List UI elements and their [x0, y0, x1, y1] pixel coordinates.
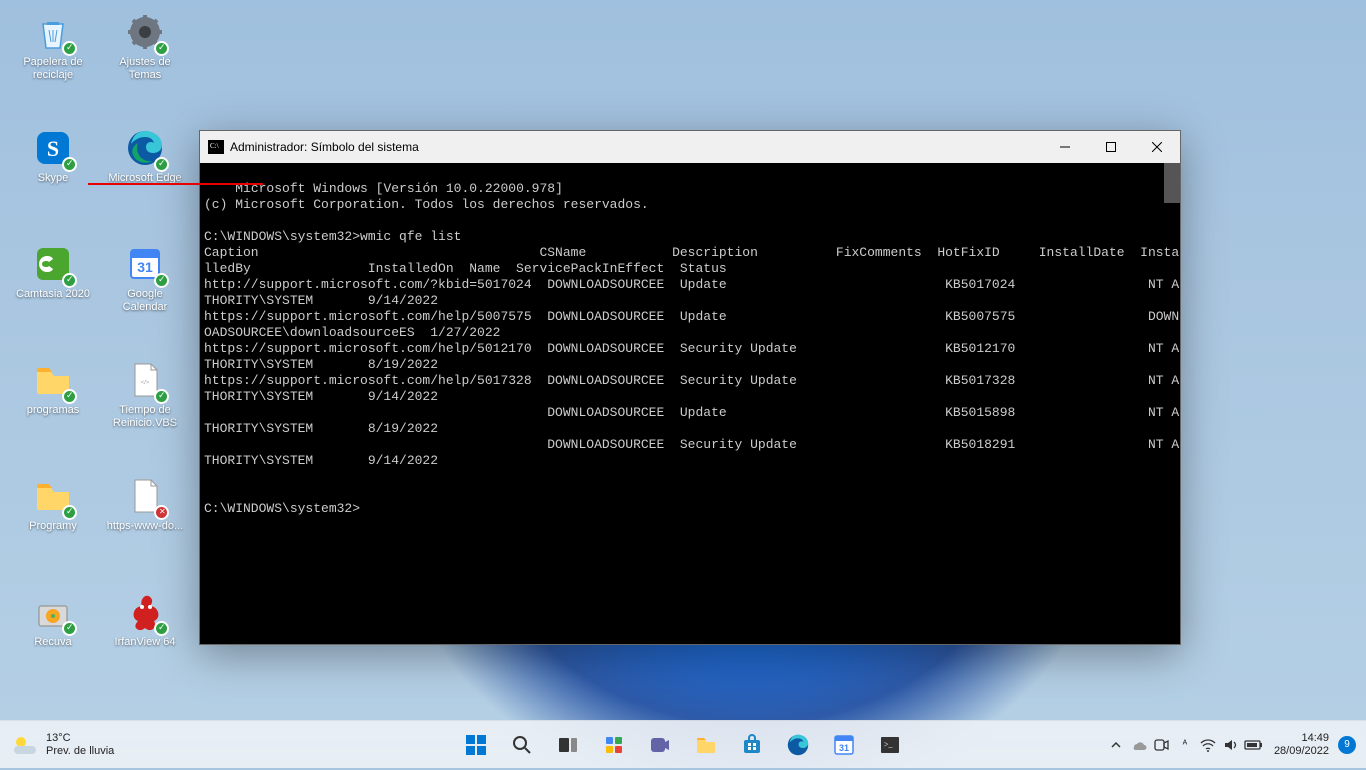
- cmd-icon: [208, 140, 224, 154]
- desktop-icon-label: Papelera de reciclaje: [14, 56, 92, 81]
- taskbar-weather-widget[interactable]: 13°C Prev. de lluvia: [12, 732, 114, 758]
- desktop-icon-label: Recuva: [34, 636, 71, 649]
- taskbar-edge[interactable]: [778, 725, 818, 765]
- desktop-icon-skype[interactable]: S Skype: [14, 126, 92, 185]
- svg-text:>_: >_: [884, 740, 894, 749]
- clock-date: 28/09/2022: [1274, 745, 1329, 758]
- desktop-icon-theme-settings[interactable]: Ajustes de Temas: [106, 10, 184, 81]
- sync-badge-icon: [62, 389, 77, 404]
- desktop-icon-label: Tiempo de Reinicio.VBS: [106, 404, 184, 429]
- cmd-row: https://support.microsoft.com/help/50121…: [204, 341, 1180, 356]
- cmd-row: https://support.microsoft.com/help/50173…: [204, 373, 1180, 388]
- desktop-icon-folder-programy[interactable]: Programy: [14, 474, 92, 533]
- taskbar-calendar[interactable]: 31: [824, 725, 864, 765]
- cmd-row: http://support.microsoft.com/?kbid=50170…: [204, 277, 1180, 292]
- notification-count: 9: [1344, 739, 1350, 750]
- taskbar: 13°C Prev. de lluvia 31 >_ ᴬ 14:49 28/09…: [0, 720, 1366, 768]
- clock-time: 14:49: [1301, 732, 1329, 745]
- widgets-button[interactable]: [594, 725, 634, 765]
- weather-temp: 13°C: [46, 732, 114, 744]
- sync-badge-icon: [154, 157, 169, 172]
- sync-badge-icon: [154, 389, 169, 404]
- desktop-icon-label: Camtasia 2020: [16, 288, 90, 301]
- desktop-icon-edge[interactable]: Microsoft Edge: [106, 126, 184, 185]
- sync-badge-icon: [62, 157, 77, 172]
- sync-badge-icon: [62, 621, 77, 636]
- sync-badge-icon: [154, 41, 169, 56]
- task-view-button[interactable]: [548, 725, 588, 765]
- cmd-terminal-content[interactable]: Microsoft Windows [Versión 10.0.22000.97…: [200, 163, 1180, 644]
- svg-text:31: 31: [839, 743, 849, 753]
- taskbar-teams[interactable]: [640, 725, 680, 765]
- taskbar-center: 31 >_: [456, 725, 910, 765]
- tray-language-indicator[interactable]: ᴬ: [1174, 725, 1196, 765]
- cmd-prompt: C:\WINDOWS\system32>: [204, 229, 360, 244]
- sync-badge-icon: [62, 41, 77, 56]
- desktop-icon-google-calendar[interactable]: 31 Google Calendar: [106, 242, 184, 313]
- desktop-icon-label: https-www-do...: [107, 520, 183, 533]
- desktop-icon-label: Ajustes de Temas: [106, 56, 184, 81]
- sync-badge-icon: [154, 273, 169, 288]
- sync-badge-icon: [62, 505, 77, 520]
- desktop-icon-label: programas: [27, 404, 80, 417]
- cmd-text: (c) Microsoft Corporation. Todos los der…: [204, 197, 649, 212]
- desktop-icon-folder-programas[interactable]: programas: [14, 358, 92, 417]
- cmd-row: THORITY\SYSTEM 8/19/2022: [204, 421, 438, 436]
- svg-text:31: 31: [137, 259, 153, 275]
- cmd-row: https://support.microsoft.com/help/50075…: [204, 309, 1180, 324]
- taskbar-explorer[interactable]: [686, 725, 726, 765]
- cmd-row: THORITY\SYSTEM 8/19/2022: [204, 357, 438, 372]
- cmd-row: THORITY\SYSTEM 9/14/2022: [204, 293, 438, 308]
- desktop-icon-label: Skype: [38, 172, 69, 185]
- desktop-icon-recycle-bin[interactable]: Papelera de reciclaje: [14, 10, 92, 81]
- maximize-button[interactable]: [1088, 131, 1134, 163]
- search-button[interactable]: [502, 725, 542, 765]
- svg-text:S: S: [47, 136, 59, 161]
- close-button[interactable]: [1134, 131, 1180, 163]
- desktop-icon-irfanview[interactable]: IrfanView 64: [106, 590, 184, 649]
- error-badge-icon: [154, 505, 169, 520]
- desktop-icon-recuva[interactable]: Recuva: [14, 590, 92, 649]
- desktop-icon-vbs-file[interactable]: </> Tiempo de Reinicio.VBS: [106, 358, 184, 429]
- cmd-command: wmic qfe list: [360, 229, 461, 244]
- sync-badge-icon: [154, 621, 169, 636]
- tray-battery-icon[interactable]: [1243, 725, 1265, 765]
- cmd-row: DOWNLOADSOURCEE Security Update KB501829…: [204, 437, 1180, 452]
- taskbar-cmd[interactable]: >_: [870, 725, 910, 765]
- notification-button[interactable]: 9: [1338, 736, 1356, 754]
- sync-badge-icon: [62, 273, 77, 288]
- annotation-underline: [88, 183, 263, 185]
- weather-icon: [12, 732, 38, 758]
- cmd-text: Microsoft Windows [Versión 10.0.22000.97…: [235, 181, 563, 196]
- tray-clock[interactable]: 14:49 28/09/2022: [1274, 732, 1329, 757]
- desktop-icon-label: Programy: [29, 520, 77, 533]
- cmd-row: DOWNLOADSOURCEE Update KB5015898 NT AU: [204, 405, 1180, 420]
- cmd-window: Administrador: Símbolo del sistema Micro…: [199, 130, 1181, 645]
- tray-meet-now-icon[interactable]: [1151, 725, 1173, 765]
- cmd-row: THORITY\SYSTEM 9/14/2022: [204, 389, 438, 404]
- svg-text:</>: </>: [141, 380, 150, 386]
- cmd-row: THORITY\SYSTEM 9/14/2022: [204, 453, 438, 468]
- cmd-header-row: Caption CSName Description FixComments H…: [204, 245, 1179, 260]
- tray-overflow-button[interactable]: [1105, 725, 1127, 765]
- system-tray: ᴬ 14:49 28/09/2022 9: [1105, 725, 1356, 765]
- cmd-row: OADSOURCEE\downloadsourceES 1/27/2022: [204, 325, 500, 340]
- window-title: Administrador: Símbolo del sistema: [230, 140, 419, 154]
- desktop-icon-url-file[interactable]: https-www-do...: [106, 474, 184, 533]
- tray-wifi-icon[interactable]: [1197, 725, 1219, 765]
- window-titlebar[interactable]: Administrador: Símbolo del sistema: [200, 131, 1180, 163]
- tray-onedrive-icon[interactable]: [1128, 725, 1150, 765]
- desktop-icon-label: Google Calendar: [106, 288, 184, 313]
- desktop-icon-label: IrfanView 64: [115, 636, 176, 649]
- desktop-icon-camtasia[interactable]: Camtasia 2020: [14, 242, 92, 301]
- cmd-header-row: lledBy InstalledOn Name ServicePackInEff…: [204, 261, 727, 276]
- weather-desc: Prev. de lluvia: [46, 745, 114, 757]
- tray-volume-icon[interactable]: [1220, 725, 1242, 765]
- start-button[interactable]: [456, 725, 496, 765]
- taskbar-store[interactable]: [732, 725, 772, 765]
- scrollbar-thumb[interactable]: [1164, 163, 1180, 203]
- minimize-button[interactable]: [1042, 131, 1088, 163]
- cmd-prompt: C:\WINDOWS\system32>: [204, 501, 360, 516]
